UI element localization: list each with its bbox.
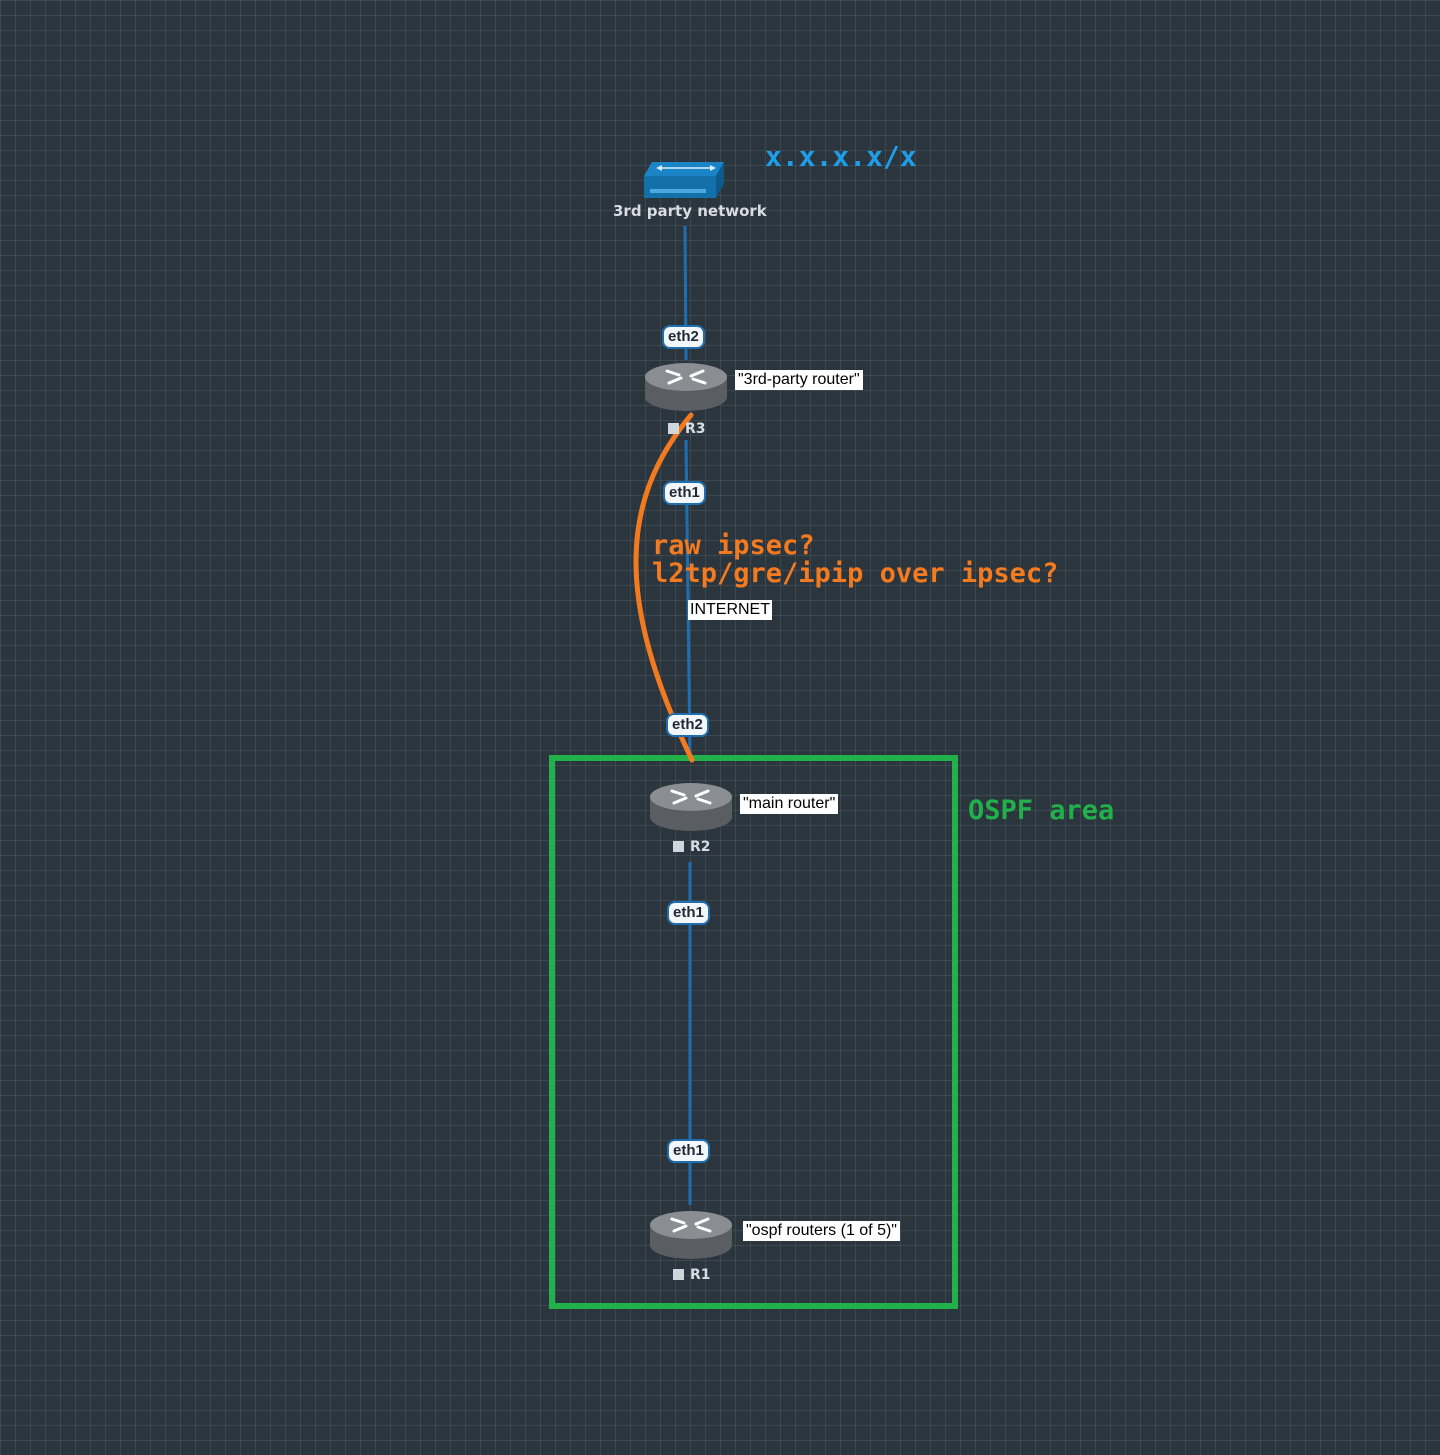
- router-icon-r3[interactable]: [643, 357, 729, 415]
- iface-r3-eth1[interactable]: eth1: [663, 481, 706, 505]
- status-square-icon: [673, 1269, 684, 1280]
- router-name-r3-text: R3: [685, 421, 706, 437]
- router-name-r1-text: R1: [690, 1267, 711, 1283]
- switch-icon[interactable]: [644, 162, 724, 198]
- status-square-icon: [668, 423, 679, 434]
- router-note-r1: "ospf routers (1 of 5)": [743, 1221, 900, 1241]
- subnet-label: x.x.x.x/x: [765, 140, 917, 173]
- router-name-r3[interactable]: R3: [668, 421, 706, 437]
- router-note-r2: "main router": [740, 794, 839, 814]
- status-square-icon: [673, 841, 684, 852]
- link-label-internet: INTERNET: [688, 600, 772, 620]
- router-icon-r2[interactable]: [648, 777, 734, 835]
- router-name-r2[interactable]: R2: [673, 839, 711, 855]
- iface-r2-eth2[interactable]: eth2: [666, 713, 709, 737]
- network-label: 3rd party network: [613, 202, 767, 220]
- tunnel-question-line2: l2tp/gre/ipip over ipsec?: [652, 558, 1059, 589]
- router-name-r2-text: R2: [690, 839, 711, 855]
- router-note-r3: "3rd-party router": [735, 370, 863, 390]
- ospf-area-label: OSPF area: [968, 795, 1115, 826]
- router-name-r1[interactable]: R1: [673, 1267, 711, 1283]
- iface-r1-eth1[interactable]: eth1: [667, 1139, 710, 1163]
- iface-r3-eth2[interactable]: eth2: [662, 325, 705, 349]
- tunnel-question-line1: raw ipsec?: [652, 530, 815, 561]
- iface-r2-eth1[interactable]: eth1: [667, 901, 710, 925]
- router-icon-r1[interactable]: [648, 1205, 734, 1263]
